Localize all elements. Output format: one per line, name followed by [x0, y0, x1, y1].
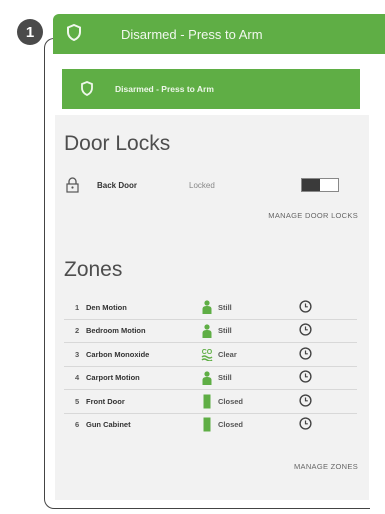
- arm-status-label: Disarmed - Press to Arm: [121, 26, 263, 42]
- clock-icon[interactable]: [299, 394, 312, 409]
- inner-arm-status-label: Disarmed - Press to Arm: [115, 84, 214, 94]
- step-number-badge: 1: [17, 19, 43, 45]
- person-icon: [199, 370, 215, 385]
- zone-row[interactable]: 4 Carport Motion Still: [64, 367, 357, 390]
- arm-status-button[interactable]: Disarmed - Press to Arm: [53, 14, 385, 54]
- zone-name: Front Door: [86, 396, 125, 406]
- manage-zones-link[interactable]: MANAGE ZONES: [294, 462, 358, 471]
- zone-list: 1 Den Motion Still 2 Bedroom Motion Stil…: [64, 296, 357, 436]
- door-lock-row: Back Door Locked: [64, 170, 357, 200]
- zone-name: Den Motion: [86, 302, 127, 312]
- door-icon: [199, 417, 215, 432]
- door-icon: [199, 394, 215, 409]
- clock-icon[interactable]: [299, 417, 312, 432]
- person-icon: [199, 323, 215, 338]
- door-lock-name: Back Door: [97, 180, 138, 190]
- door-lock-status: Locked: [189, 180, 215, 190]
- zone-name: Gun Cabinet: [86, 420, 131, 430]
- zone-number: 1: [75, 302, 80, 312]
- zone-row[interactable]: 1 Den Motion Still: [64, 296, 357, 319]
- manage-door-locks-link[interactable]: MANAGE DOOR LOCKS: [268, 211, 358, 220]
- zone-row[interactable]: 5 Front Door Closed: [64, 390, 357, 413]
- shield-icon: [67, 23, 81, 44]
- lock-icon: [66, 177, 80, 193]
- zone-row[interactable]: 6 Gun Cabinet Closed: [64, 414, 357, 437]
- door-lock-toggle[interactable]: [301, 178, 339, 192]
- zone-name: Carport Motion: [86, 373, 140, 383]
- zone-number: 4: [75, 373, 80, 383]
- toggle-knob: [302, 179, 320, 191]
- shield-icon: [81, 80, 93, 98]
- clock-icon[interactable]: [299, 323, 312, 338]
- clock-icon[interactable]: [299, 370, 312, 385]
- zones-title: Zones: [64, 258, 123, 281]
- clock-icon[interactable]: [299, 300, 312, 315]
- zone-number: 2: [75, 326, 80, 336]
- zone-number: 3: [75, 349, 80, 359]
- zone-row[interactable]: 3 Carbon Monoxide CO Clear: [64, 343, 357, 366]
- door-locks-title: Door Locks: [64, 132, 171, 155]
- zone-number: 6: [75, 420, 80, 430]
- zone-status: Closed: [218, 396, 244, 406]
- zone-name: Bedroom Motion: [86, 326, 146, 336]
- svg-text:CO: CO: [202, 349, 213, 356]
- zone-status: Still: [218, 326, 232, 336]
- co-icon: CO: [199, 347, 215, 362]
- zone-row[interactable]: 2 Bedroom Motion Still: [64, 320, 357, 343]
- zone-status: Closed: [218, 420, 244, 430]
- inner-arm-status-button[interactable]: Disarmed - Press to Arm: [62, 69, 360, 109]
- zone-status: Still: [218, 373, 232, 383]
- zone-status: Still: [218, 302, 232, 312]
- zone-name: Carbon Monoxide: [86, 349, 150, 359]
- zone-status: Clear: [218, 349, 237, 359]
- person-icon: [199, 300, 215, 315]
- zone-number: 5: [75, 396, 80, 406]
- clock-icon[interactable]: [299, 347, 312, 362]
